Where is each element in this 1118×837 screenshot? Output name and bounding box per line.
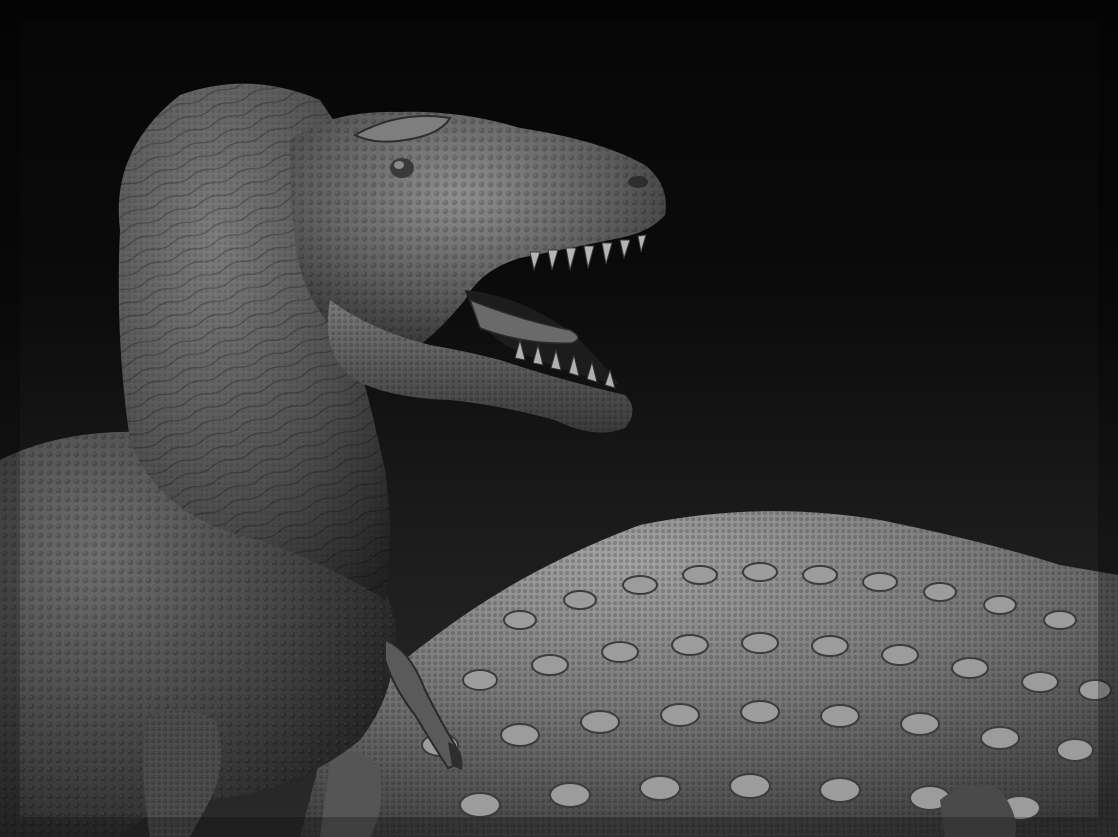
viewport-canvas — [0, 0, 1118, 837]
sculpt-render — [0, 0, 1118, 837]
armored-dinosaur — [300, 511, 1118, 837]
nostril — [628, 176, 648, 188]
